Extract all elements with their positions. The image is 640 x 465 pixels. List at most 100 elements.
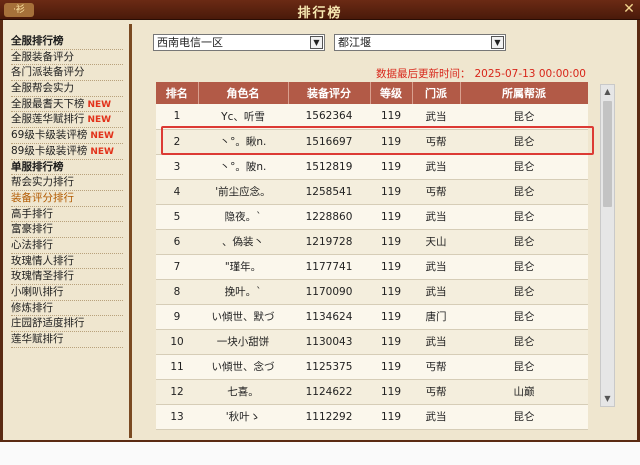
column-header[interactable]: 角色名 [198, 82, 289, 104]
sidebar-item[interactable]: 修炼排行 [11, 301, 123, 317]
scroll-thumb[interactable] [603, 101, 612, 207]
table-cell: 昆仑 [460, 404, 588, 430]
main-panel: 西南电信一区 ▼ 都江堰 ▼ 数据最后更新时间： 2025-07-13 00:00… [136, 24, 636, 438]
ranking-table-wrap: 排名 角色名 装备评分 等级 门派 所属帮派 1 Yc、听雪 1562364 119 武当 昆仑 2 丶… [156, 82, 588, 432]
table-cell: 5 [156, 204, 198, 230]
table-cell: 119 [370, 304, 412, 330]
table-row[interactable]: 6 、偽装丶 1219728 119 天山 昆仑 [156, 229, 588, 255]
server-select[interactable]: 都江堰 ▼ [334, 34, 506, 51]
sidebar-item[interactable]: 莲华赋排行 [11, 332, 123, 348]
table-cell: 1125375 [288, 354, 370, 380]
table-cell: 、偽装丶 [198, 229, 288, 255]
table-row[interactable]: 9 い傾世、默づ 1134624 119 唐门 昆仑 [156, 304, 588, 330]
table-cell: 隐夜。` [198, 204, 288, 230]
table-body: 1 Yc、听雪 1562364 119 武当 昆仑 2 丶°。瞅n. 1516697 119 丐帮昆… [156, 104, 588, 430]
column-header[interactable]: 等级 [370, 82, 413, 104]
sidebar-item[interactable]: 玫瑰情人排行 [11, 254, 123, 270]
sidebar-item[interactable]: 全服最耆天下榜 NEW [11, 97, 123, 113]
table-cell: 1516697 [288, 129, 370, 155]
table-cell: 119 [370, 379, 412, 405]
sidebar-item[interactable]: 帮会实力排行 [11, 175, 123, 191]
sidebar-item-label: 全服帮会实力 [11, 82, 74, 95]
table-cell: 武当 [412, 404, 460, 430]
table-cell: 1134624 [288, 304, 370, 330]
table-cell: 唐门 [412, 304, 460, 330]
table-row[interactable]: 10 一块小甜饼 1130043 119 武当 昆仑 [156, 329, 588, 355]
table-row[interactable]: 2 丶°。瞅n. 1516697 119 丐帮 昆仑 [156, 129, 588, 155]
scroll-down-icon[interactable]: ▼ [601, 392, 614, 406]
sidebar-section-header: 单服排行榜 [11, 160, 123, 176]
table-cell: 昆仑 [460, 254, 588, 280]
close-icon[interactable]: ✕ [622, 2, 636, 17]
table-cell: 119 [370, 129, 412, 155]
chevron-down-icon[interactable]: ▼ [310, 36, 323, 49]
table-cell: 13 [156, 404, 198, 430]
sidebar-item[interactable]: 玫瑰情圣排行 [11, 269, 123, 285]
table-row[interactable]: 11 い傾世、念づ 1125375 119 丐帮 昆仑 [156, 354, 588, 380]
sidebar-item-label: 高手排行 [11, 207, 53, 220]
table-cell: 昆仑 [460, 229, 588, 255]
table-cell: 119 [370, 279, 412, 305]
sidebar-item[interactable]: 全服装备评分 [11, 50, 123, 66]
table-row[interactable]: 12 七喜。 1124622 119 丐帮 山巅 [156, 379, 588, 405]
table-header-row: 排名 角色名 装备评分 等级 门派 所属帮派 [156, 82, 588, 104]
table-cell: 6 [156, 229, 198, 255]
table-cell: 武当 [412, 204, 460, 230]
table-row[interactable]: 1 Yc、听雪 1562364 119 武当 昆仑 [156, 104, 588, 130]
column-header[interactable]: 门派 [412, 82, 461, 104]
table-row[interactable]: 5 隐夜。` 1228860 119 武当 昆仑 [156, 204, 588, 230]
scroll-up-icon[interactable]: ▲ [601, 85, 614, 99]
sidebar-item-label: 69级卡级装评榜 [11, 129, 88, 142]
column-header[interactable]: 所属帮派 [460, 82, 588, 104]
table-cell: 119 [370, 329, 412, 355]
sidebar-item-label: 庄园舒适度排行 [11, 317, 85, 330]
sidebar: 全服排行榜 全服装备评分 各门派装备评分 全服帮会实力 全服最耆天下榜 NEW 全服莲华赋排… [4, 24, 132, 438]
sidebar-item-label: 心法排行 [11, 238, 53, 251]
table-cell: 丐帮 [412, 379, 460, 405]
table-cell: い傾世、念づ [198, 354, 288, 380]
table-cell: 1228860 [288, 204, 370, 230]
table-row[interactable]: 4 '前尘应念。 1258541 119 丐帮 昆仑 [156, 179, 588, 205]
sidebar-item[interactable]: 高手排行 [11, 207, 123, 223]
sidebar-item[interactable]: 全服莲华赋排行 NEW [11, 112, 123, 129]
table-cell: 9 [156, 304, 198, 330]
table-row[interactable]: 7 "瑾年。 1177741 119 武当 昆仑 [156, 254, 588, 280]
sidebar-item-label: 全服装备评分 [11, 50, 74, 63]
table-cell: 山巅 [460, 379, 588, 405]
table-cell: 武当 [412, 104, 460, 130]
sidebar-item[interactable]: 全服帮会实力 [11, 81, 123, 97]
sidebar-item[interactable]: 心法排行 [11, 238, 123, 254]
table-row[interactable]: 3 丶°。陂n. 1512819 119 武当 昆仑 [156, 154, 588, 180]
table-cell: 昆仑 [460, 104, 588, 130]
table-cell: 昆仑 [460, 179, 588, 205]
table-cell: 12 [156, 379, 198, 405]
sidebar-item[interactable]: 89级卡级装评榜 NEW [11, 144, 123, 160]
table-cell: 丐帮 [412, 354, 460, 380]
table-cell: 3 [156, 154, 198, 180]
frame-left [0, 20, 3, 440]
table-cell: '秋叶ゝ [198, 404, 288, 430]
table-cell: 1219728 [288, 229, 370, 255]
table-cell: 7 [156, 254, 198, 280]
sidebar-item[interactable]: 庄园舒适度排行 [11, 316, 123, 333]
update-time: 2025-07-13 00:00:00 [474, 68, 586, 80]
sidebar-item[interactable]: 各门派装备评分 [11, 65, 123, 82]
table-cell: 丐帮 [412, 179, 460, 205]
scrollbar[interactable]: ▲ ▼ [600, 84, 615, 407]
table-cell: 武当 [412, 279, 460, 305]
sidebar-item[interactable]: 装备评分排行 [11, 191, 123, 207]
table-row[interactable]: 13 '秋叶ゝ 1112292 119 武当 昆仑 [156, 404, 588, 430]
ranking-table: 排名 角色名 装备评分 等级 门派 所属帮派 1 Yc、听雪 1562364 119 武当 昆仑 2 丶… [156, 82, 588, 430]
sidebar-item[interactable]: 小喇叭排行 [11, 285, 123, 301]
chevron-down-icon[interactable]: ▼ [491, 36, 504, 49]
region-select[interactable]: 西南电信一区 ▼ [153, 34, 325, 51]
table-row[interactable]: 8 挽叶。` 1170090 119 武当 昆仑 [156, 279, 588, 305]
column-header[interactable]: 排名 [156, 82, 199, 104]
column-header[interactable]: 装备评分 [288, 82, 371, 104]
table-cell: 昆仑 [460, 154, 588, 180]
table-cell: 丶°。瞅n. [198, 129, 288, 155]
sidebar-item[interactable]: 69级卡级装评榜 NEW [11, 128, 123, 144]
sidebar-item-label: 玫瑰情圣排行 [11, 270, 74, 283]
sidebar-item[interactable]: 富豪排行 [11, 222, 123, 238]
sidebar-item-label: 全服最耆天下榜 [11, 97, 85, 110]
